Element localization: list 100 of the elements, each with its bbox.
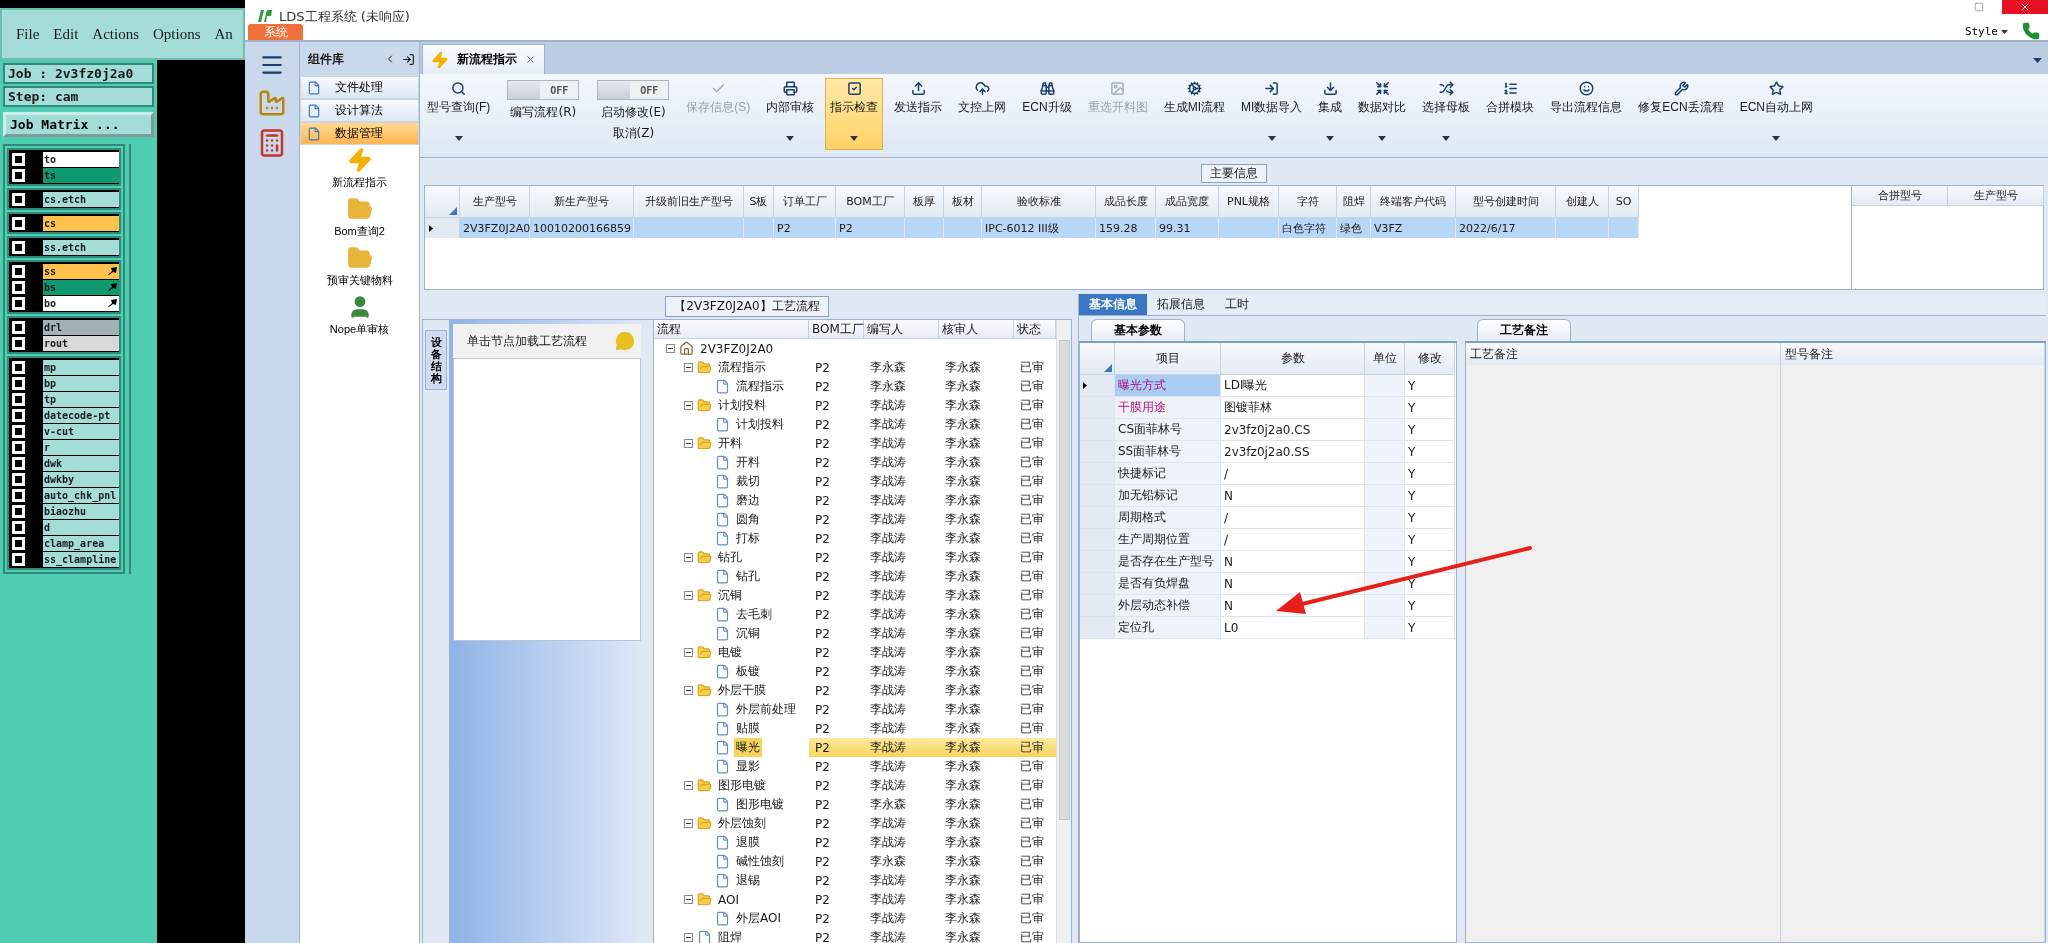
toggle-switch[interactable]: OFF: [507, 80, 580, 100]
phone-icon[interactable]: [2022, 22, 2040, 40]
toolbar-button[interactable]: 导出流程信息: [1545, 78, 1628, 150]
layer-name[interactable]: tp: [43, 391, 119, 407]
column-header[interactable]: S板: [744, 186, 774, 218]
layer-checkbox[interactable]: [12, 472, 25, 486]
launcher[interactable]: Nope单审核: [300, 292, 419, 341]
tab[interactable]: 工时: [1215, 294, 1259, 315]
layer-checkbox[interactable]: [12, 320, 25, 334]
layer-name[interactable]: bs: [43, 279, 119, 295]
column-header[interactable]: 板厚: [905, 186, 944, 218]
column-header[interactable]: 修改: [1405, 343, 1455, 375]
tree-node[interactable]: 沉铜: [734, 624, 762, 643]
toolbar-button[interactable]: 型号查询(F): [422, 78, 496, 150]
column-header[interactable]: 字符: [1279, 186, 1337, 218]
column-header[interactable]: 合拼型号: [1852, 186, 1948, 206]
param-name[interactable]: SS面菲林号: [1115, 441, 1221, 463]
style-menu[interactable]: Style: [1960, 25, 2012, 40]
layer-name[interactable]: r: [43, 439, 119, 455]
menu-item[interactable]: An: [214, 25, 233, 43]
menu-item[interactable]: File: [16, 25, 40, 43]
tree-node[interactable]: 板镀: [734, 662, 762, 681]
tree-node[interactable]: 2V3FZ0J2A0: [698, 340, 776, 357]
tree-node[interactable]: 显影: [734, 757, 762, 776]
layer-name[interactable]: biaozhu: [43, 503, 119, 519]
column-header[interactable]: 验收标准: [982, 186, 1096, 218]
toolbar-button[interactable]: ECN自动上网: [1734, 78, 1819, 150]
layer-name[interactable]: ss_clampline: [43, 551, 119, 567]
toolbar-button[interactable]: MI数据导入: [1236, 78, 1308, 150]
column-header[interactable]: 流程: [654, 320, 809, 339]
layer-name[interactable]: v-cut: [43, 423, 119, 439]
tree-node[interactable]: 沉铜: [716, 586, 744, 605]
column-header[interactable]: 升级前旧生产型号: [634, 186, 744, 218]
param-name[interactable]: 干膜用途: [1115, 397, 1221, 419]
tree-node[interactable]: 退锡: [734, 871, 762, 890]
collapse-toggle[interactable]: [684, 591, 693, 600]
column-header[interactable]: 项目: [1115, 343, 1221, 375]
tree-node[interactable]: 外层AOI: [734, 909, 783, 928]
launcher[interactable]: 新流程指示: [300, 145, 419, 194]
library-item[interactable]: 文件处理: [300, 76, 419, 99]
tree-node[interactable]: 流程指示: [716, 358, 768, 377]
toolbar-button[interactable]: 指示检查: [825, 78, 884, 150]
tree-node[interactable]: AOI: [716, 891, 741, 908]
tree-node[interactable]: 图形电镀: [734, 795, 786, 814]
toolbar-button[interactable]: 集成: [1313, 78, 1348, 150]
toolbar-button[interactable]: 生成MI流程: [1158, 78, 1230, 150]
column-header[interactable]: 新生产型号: [530, 186, 634, 218]
layer-checkbox[interactable]: [12, 424, 25, 438]
tree-node[interactable]: 碱性蚀刻: [734, 852, 786, 871]
layer-checkbox[interactable]: [12, 408, 25, 422]
close-icon[interactable]: [525, 54, 536, 65]
collapse-toggle[interactable]: [684, 819, 693, 828]
param-name[interactable]: 周期格式: [1115, 507, 1221, 529]
param-name[interactable]: 生产周期位置: [1115, 529, 1221, 551]
toolbar-button[interactable]: 数据对比: [1353, 78, 1412, 150]
column-header[interactable]: 板材: [944, 186, 982, 218]
layer-name[interactable]: ss.etch: [43, 239, 119, 255]
layer-checkbox[interactable]: [12, 440, 25, 454]
layer-checkbox[interactable]: [12, 360, 25, 374]
tree-node[interactable]: 外层前处理: [734, 700, 798, 719]
menu-item[interactable]: Edit: [53, 25, 79, 43]
column-header[interactable]: 订单工厂: [774, 186, 836, 218]
library-item[interactable]: 数据管理: [300, 122, 419, 145]
layer-name[interactable]: clamp_area: [43, 535, 119, 551]
toggle-switch[interactable]: OFF: [597, 80, 670, 100]
layer-name[interactable]: drl: [43, 319, 119, 335]
menu-item[interactable]: Options: [153, 25, 201, 43]
tree-node[interactable]: 外层蚀刻: [716, 814, 768, 833]
layer-checkbox[interactable]: [12, 216, 25, 230]
tree-node[interactable]: 流程指示: [734, 377, 786, 396]
column-header[interactable]: 核审人: [939, 320, 1014, 339]
tree-node[interactable]: 外层干膜: [716, 681, 768, 700]
layer-name[interactable]: rout: [43, 335, 119, 351]
param-name[interactable]: 曝光方式: [1115, 375, 1221, 397]
layer-checkbox[interactable]: [12, 456, 25, 470]
layer-checkbox[interactable]: [12, 152, 25, 166]
tree-node[interactable]: 磨边: [734, 491, 762, 510]
tab[interactable]: 拓展信息: [1147, 294, 1215, 315]
toolbar-button[interactable]: 合拼模块: [1481, 78, 1540, 150]
collapse-toggle[interactable]: [684, 933, 693, 942]
layer-checkbox[interactable]: [12, 280, 25, 294]
layer-checkbox[interactable]: [12, 488, 25, 502]
tree-node[interactable]: 计划投料: [716, 396, 768, 415]
layer-checkbox[interactable]: [12, 552, 25, 566]
toolbar-button[interactable]: 选择母板: [1417, 78, 1476, 150]
layer-checkbox[interactable]: [12, 192, 25, 206]
collapse-toggle[interactable]: [684, 363, 693, 372]
layer-checkbox[interactable]: [12, 296, 25, 310]
layer-checkbox[interactable]: [12, 336, 25, 350]
column-header[interactable]: SO: [1609, 186, 1639, 218]
param-name[interactable]: CS面菲林号: [1115, 419, 1221, 441]
column-header[interactable]: 成品宽度: [1156, 186, 1219, 218]
layer-checkbox[interactable]: [12, 376, 25, 390]
tree-node[interactable]: 去毛刺: [734, 605, 774, 624]
toolbar-button[interactable]: 修复ECN丢流程: [1633, 78, 1729, 150]
column-header[interactable]: 生产型号: [1948, 186, 2044, 206]
layer-name[interactable]: bp: [43, 375, 119, 391]
layer-name[interactable]: cs: [43, 215, 119, 231]
layer-name[interactable]: to: [43, 151, 119, 167]
column-header[interactable]: 状态: [1014, 320, 1056, 339]
